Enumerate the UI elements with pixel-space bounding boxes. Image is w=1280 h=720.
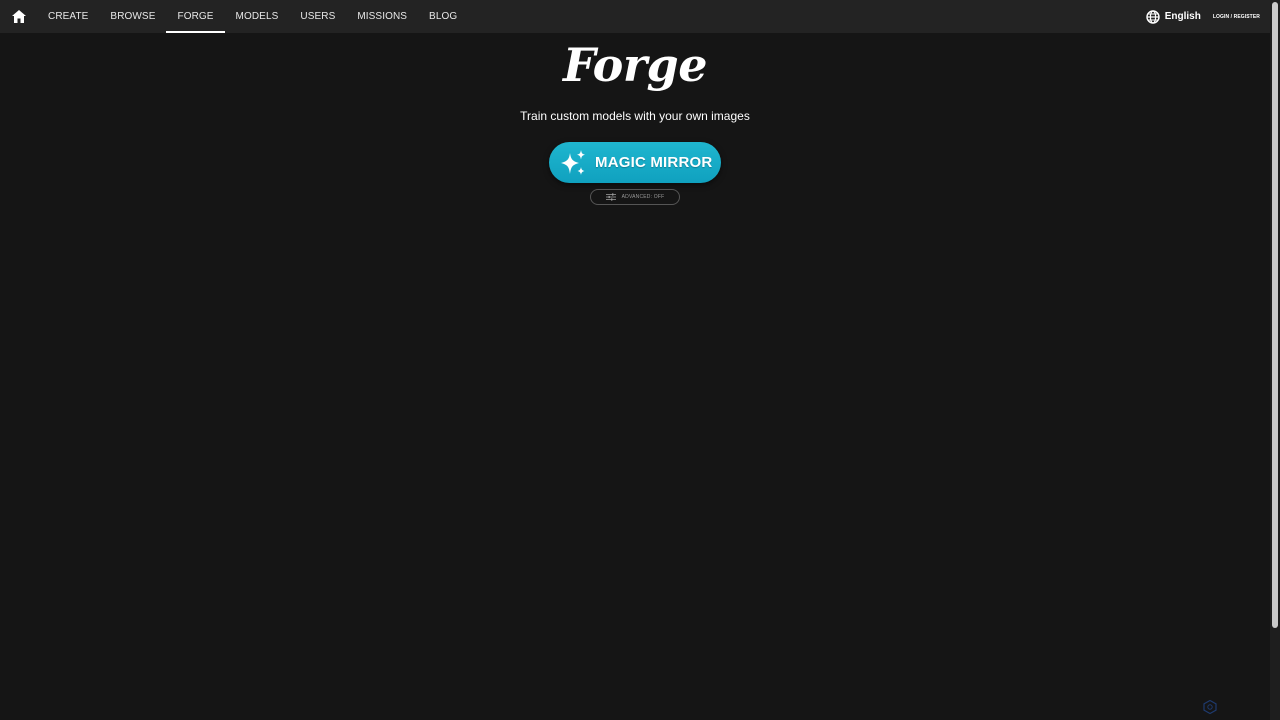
advanced-toggle-label: ADVANCED: OFF — [621, 194, 665, 200]
sparkles-icon — [561, 149, 585, 175]
sliders-icon — [605, 193, 616, 201]
page-scrollbar[interactable] — [1270, 0, 1280, 720]
top-nav: CREATE BROWSE FORGE MODELS USERS MISSION… — [0, 0, 1270, 33]
language-selector[interactable]: English — [1146, 0, 1213, 33]
page-subtitle: Train custom models with your own images — [520, 109, 750, 123]
nav-item-forge[interactable]: FORGE — [166, 0, 225, 33]
globe-icon — [1146, 9, 1160, 24]
home-button[interactable] — [1, 0, 37, 33]
nav-item-blog[interactable]: BLOG — [418, 0, 468, 33]
nav-item-models[interactable]: MODELS — [225, 0, 290, 33]
scrollbar-thumb[interactable] — [1272, 2, 1278, 628]
advanced-toggle-button[interactable]: ADVANCED: OFF — [590, 189, 680, 205]
help-badge-icon[interactable] — [1203, 700, 1217, 714]
page-title: Forge — [563, 38, 708, 92]
nav-item-create[interactable]: CREATE — [37, 0, 99, 33]
login-register-link[interactable]: LOGIN / REGISTER — [1213, 0, 1270, 33]
page: CREATE BROWSE FORGE MODELS USERS MISSION… — [0, 0, 1280, 720]
language-label: English — [1164, 11, 1201, 22]
magic-mirror-button[interactable]: MAGIC MIRROR — [549, 142, 721, 183]
nav-item-missions[interactable]: MISSIONS — [346, 0, 418, 33]
magic-mirror-label: MAGIC MIRROR — [595, 154, 713, 171]
nav-item-users[interactable]: USERS — [289, 0, 346, 33]
home-icon — [12, 10, 26, 23]
nav-item-browse[interactable]: BROWSE — [99, 0, 166, 33]
